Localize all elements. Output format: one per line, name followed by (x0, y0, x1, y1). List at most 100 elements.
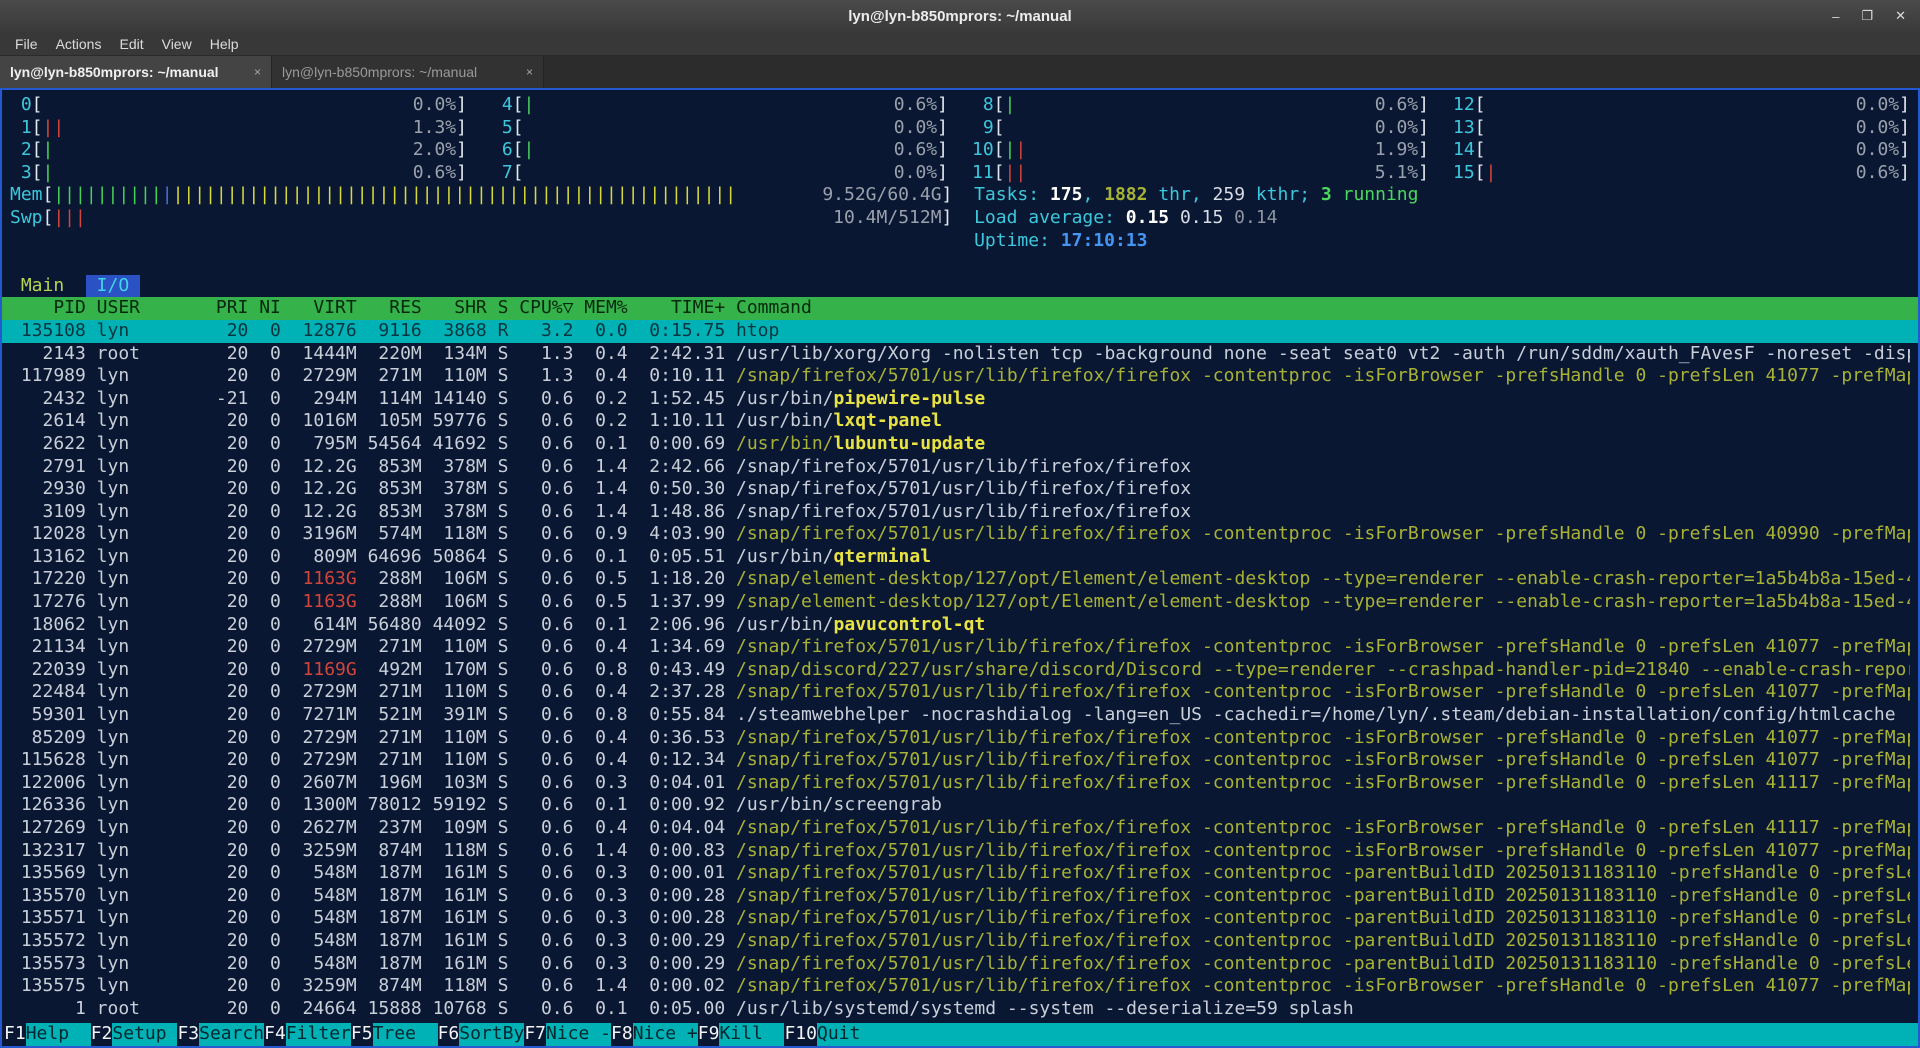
column-header-cpu[interactable]: CPU%▽ (508, 297, 573, 320)
pri-cell: 20 (205, 614, 248, 637)
command-cell: /snap/firefox/5701/usr/lib/firefox/firef… (725, 478, 1910, 501)
fkey-f4[interactable]: F4Filter (264, 1023, 351, 1046)
process-row[interactable]: 135572lyn200548M187M161MS0.60.30:00.29/s… (2, 930, 1918, 953)
column-header-virt[interactable]: VIRT (281, 297, 357, 320)
fkey-f10[interactable]: F10Quit (784, 1023, 882, 1046)
process-row[interactable]: 2791lyn20012.2G853M378MS0.61.42:42.66/sn… (2, 456, 1918, 479)
s-cell: S (487, 998, 509, 1021)
user-cell: lyn (86, 704, 205, 727)
res-cell: 237M (357, 817, 422, 840)
column-header-user[interactable]: USER (86, 297, 205, 320)
process-row[interactable]: 13162lyn200809M6469650864S0.60.10:05.51/… (2, 546, 1918, 569)
process-row[interactable]: 135573lyn200548M187M161MS0.60.30:00.29/s… (2, 953, 1918, 976)
shr-cell: 106M (422, 591, 487, 614)
process-row[interactable]: 135108lyn2001287691163868R3.20.00:15.75h… (2, 320, 1918, 343)
process-row[interactable]: 132317lyn2003259M874M118MS0.61.40:00.83/… (2, 840, 1918, 863)
process-row[interactable]: 85209lyn2002729M271M110MS0.60.40:36.53/s… (2, 727, 1918, 750)
column-header-pid[interactable]: PID (10, 297, 86, 320)
process-row[interactable]: 17276lyn2001163G288M106MS0.60.51:37.99/s… (2, 591, 1918, 614)
process-row[interactable]: 22039lyn2001169G492M170MS0.60.80:43.49/s… (2, 659, 1918, 682)
user-cell: lyn (86, 659, 205, 682)
fkey-f6[interactable]: F6SortBy (438, 1023, 525, 1046)
process-row[interactable]: 3109lyn20012.2G853M378MS0.61.41:48.86/sn… (2, 501, 1918, 524)
menu-item-view[interactable]: View (153, 34, 201, 54)
terminal-tab[interactable]: lyn@lyn-b850mprors: ~/manual× (0, 56, 272, 88)
user-cell: lyn (86, 320, 205, 343)
process-row[interactable]: 117989lyn2002729M271M110MS1.30.40:10.11/… (2, 365, 1918, 388)
column-header-pri[interactable]: PRI (205, 297, 248, 320)
process-row[interactable]: 122006lyn2002607M196M103MS0.60.30:04.01/… (2, 772, 1918, 795)
fkey-f2[interactable]: F2Setup (91, 1023, 178, 1046)
s-cell: S (487, 636, 509, 659)
column-header-ni[interactable]: NI (248, 297, 281, 320)
process-row[interactable]: 2614lyn2001016M105M59776S0.60.21:10.11/u… (2, 410, 1918, 433)
column-header-mem[interactable]: MEM% (573, 297, 627, 320)
close-button-icon[interactable]: ✕ (1895, 8, 1906, 24)
process-row[interactable]: 1root200246641588810768S0.60.10:05.00/us… (2, 998, 1918, 1021)
process-row[interactable]: 2432lyn-210294M114M14140S0.60.21:52.45/u… (2, 388, 1918, 411)
ni-cell: 0 (248, 772, 281, 795)
column-header-cmd[interactable]: Command (725, 297, 1910, 320)
process-row[interactable]: 59301lyn2007271M521M391MS0.60.80:55.84./… (2, 704, 1918, 727)
screen-tab-main[interactable]: Main (10, 275, 75, 298)
time-cell: 2:06.96 (628, 614, 726, 637)
screen-tab-io[interactable]: I/O (86, 275, 140, 298)
process-row[interactable]: 22484lyn2002729M271M110MS0.60.42:37.28/s… (2, 681, 1918, 704)
menu-item-actions[interactable]: Actions (47, 34, 111, 54)
fkey-f1[interactable]: F1Help (4, 1023, 91, 1046)
process-row[interactable]: 12028lyn2003196M574M118MS0.60.94:03.90/s… (2, 523, 1918, 546)
res-cell: 9116 (357, 320, 422, 343)
tab-close-icon[interactable]: × (254, 65, 261, 79)
menu-item-file[interactable]: File (6, 34, 47, 54)
maximize-button-icon[interactable]: ❐ (1861, 8, 1873, 24)
tab-close-icon[interactable]: × (526, 65, 533, 79)
terminal-tab[interactable]: lyn@lyn-b850mprors: ~/manual× (272, 56, 544, 88)
cpu-cell: 0.6 (508, 456, 573, 479)
fkey-f3[interactable]: F3Search (177, 1023, 264, 1046)
virt-cell: 1444M (281, 343, 357, 366)
fkey-f5[interactable]: F5Tree (351, 1023, 438, 1046)
pid-cell: 135570 (10, 885, 86, 908)
process-row[interactable]: 135575lyn2003259M874M118MS0.61.40:00.02/… (2, 975, 1918, 998)
minimize-button-icon[interactable]: – (1832, 9, 1839, 24)
column-header-shr[interactable]: SHR (422, 297, 487, 320)
column-header-res[interactable]: RES (357, 297, 422, 320)
process-row[interactable]: 127269lyn2002627M237M109MS0.60.40:04.04/… (2, 817, 1918, 840)
virt-cell: 12876 (281, 320, 357, 343)
s-cell: S (487, 410, 509, 433)
s-cell: S (487, 591, 509, 614)
pid-cell: 18062 (10, 614, 86, 637)
process-row[interactable]: 21134lyn2002729M271M110MS0.60.41:34.69/s… (2, 636, 1918, 659)
res-cell: 187M (357, 953, 422, 976)
process-row[interactable]: 135570lyn200548M187M161MS0.60.30:00.28/s… (2, 885, 1918, 908)
ni-cell: 0 (248, 704, 281, 727)
menu-item-help[interactable]: Help (201, 34, 248, 54)
pri-cell: 20 (205, 659, 248, 682)
res-cell: 187M (357, 930, 422, 953)
process-row[interactable]: 135569lyn200548M187M161MS0.60.30:00.01/s… (2, 862, 1918, 885)
pri-cell: 20 (205, 772, 248, 795)
cpu-cell: 0.6 (508, 817, 573, 840)
window-titlebar[interactable]: lyn@lyn-b850mprors: ~/manual – ❐ ✕ (0, 0, 1920, 32)
command-cell: /snap/firefox/5701/usr/lib/firefox/firef… (725, 749, 1910, 772)
fkey-f9[interactable]: F9Kill (698, 1023, 785, 1046)
memory-meter: Mem[||||||||||||||||||||||||||||||||||||… (10, 184, 952, 207)
process-row[interactable]: 2930lyn20012.2G853M378MS0.61.40:50.30/sn… (2, 478, 1918, 501)
terminal[interactable]: 0[0.0%]4[|0.6%]8[|0.6%]12[0.0%]1[||1.3%]… (0, 88, 1920, 1048)
command-cell: /snap/firefox/5701/usr/lib/firefox/firef… (725, 681, 1910, 704)
menu-item-edit[interactable]: Edit (110, 34, 152, 54)
pid-cell: 135575 (10, 975, 86, 998)
column-header-time[interactable]: TIME+ (628, 297, 726, 320)
fkey-f8[interactable]: F8Nice + (611, 1023, 698, 1046)
window-title: lyn@lyn-b850mprors: ~/manual (848, 8, 1071, 25)
process-row[interactable]: 18062lyn200614M5648044092S0.60.12:06.96/… (2, 614, 1918, 637)
process-row[interactable]: 17220lyn2001163G288M106MS0.60.51:18.20/s… (2, 568, 1918, 591)
mem-cell: 1.4 (573, 478, 627, 501)
process-row[interactable]: 126336lyn2001300M7801259192S0.60.10:00.9… (2, 794, 1918, 817)
fkey-f7[interactable]: F7Nice - (524, 1023, 611, 1046)
process-row[interactable]: 135571lyn200548M187M161MS0.60.30:00.28/s… (2, 907, 1918, 930)
process-row[interactable]: 2143root2001444M220M134MS1.30.42:42.31/u… (2, 343, 1918, 366)
column-header-s[interactable]: S (487, 297, 509, 320)
process-row[interactable]: 115628lyn2002729M271M110MS0.60.40:12.34/… (2, 749, 1918, 772)
process-row[interactable]: 2622lyn200795M5456441692S0.60.10:00.69/u… (2, 433, 1918, 456)
